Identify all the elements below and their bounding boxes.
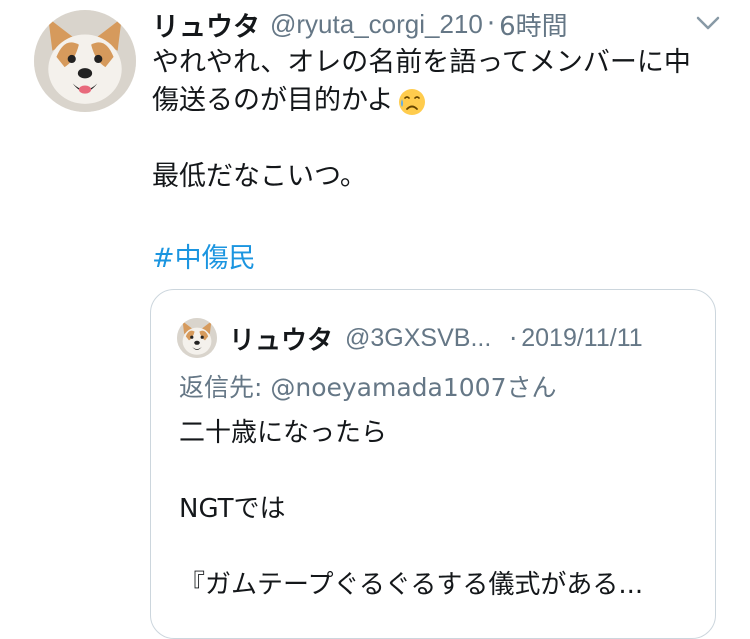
tweet-text: やれやれ、オレの名前を語ってメンバーに中 傷送るのが目的かよ 最低だなこいつ。 [152,44,732,196]
separator: · [509,323,518,353]
dog-avatar-icon [34,10,136,112]
user-handle[interactable]: @ryuta_corgi_210 [270,9,483,40]
timestamp[interactable]: 6時間 [499,6,568,43]
separator: · [486,9,496,39]
dog-avatar-icon [177,318,217,358]
quoted-text-line: 二十歳になったら [179,418,388,448]
reply-to-label: 返信先: @noeyamada1007さん [179,373,557,402]
hashtag-link[interactable]: #中傷民 [152,236,256,275]
quoted-display-name[interactable]: リュウタ [229,320,333,357]
avatar[interactable] [34,10,136,112]
quoted-text: 二十歳になったら NGTでは 『ガムテープぐるぐるする儀式がある... [179,414,699,604]
quoted-handle[interactable]: @3GXSVB... [345,324,491,353]
tweet-text-fragment: 傷送るのが目的かよ [152,85,394,116]
quoted-text-line: 『ガムテープぐるぐるする儀式がある... [179,570,644,600]
display-name[interactable]: リュウタ [152,5,260,44]
quoted-avatar[interactable] [177,318,217,358]
quoted-header: リュウタ @3GXSVB... · 2019/11/11 [229,318,643,358]
tweet[interactable]: リュウタ @ryuta_corgi_210 · 6時間 やれやれ、オレの名前を語… [0,0,750,639]
quoted-tweet[interactable]: リュウタ @3GXSVB... · 2019/11/11 返信先: @noeya… [150,289,716,639]
quoted-text-line: NGTでは [179,494,286,524]
tweet-text-line: 傷送るのが目的かよ [152,82,732,120]
tweet-header: リュウタ @ryuta_corgi_210 · 6時間 [152,4,568,44]
tweet-text-line: 最低だなこいつ。 [152,161,367,192]
sad-face-emoji-icon [398,89,425,115]
tweet-text-line: やれやれ、オレの名前を語ってメンバーに中 [152,47,691,78]
quoted-date[interactable]: 2019/11/11 [521,324,642,353]
chevron-down-icon[interactable] [694,12,722,34]
